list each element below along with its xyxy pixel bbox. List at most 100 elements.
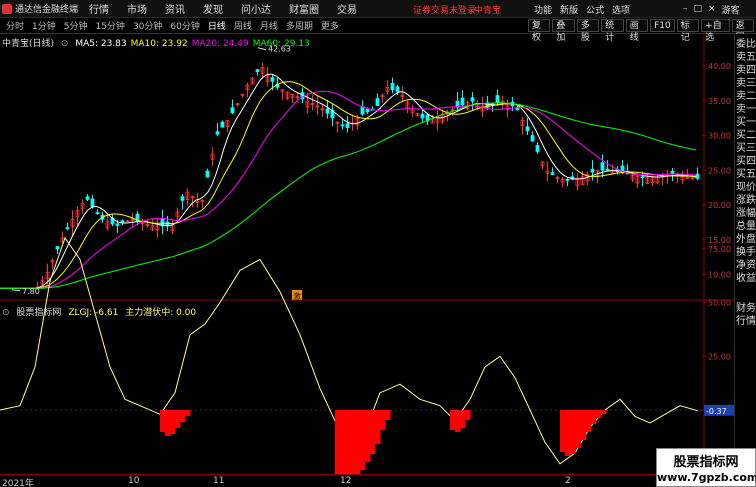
signal-block-4-bar <box>565 410 571 456</box>
site-watermark: 股票指标网 www.7gpzb.com <box>656 448 756 487</box>
signal-block-2-bar <box>360 410 366 470</box>
candle-body <box>395 86 400 93</box>
tool-button-8[interactable]: 返回 <box>731 19 755 43</box>
side-quote-label-1[interactable]: 卖五 <box>735 51 756 64</box>
candle-body <box>515 107 520 111</box>
indicator-tick-label-1: 50.00 <box>708 299 731 308</box>
signal-block-2 <box>335 410 391 474</box>
side-tab-0[interactable]: 财务 <box>735 302 756 315</box>
side-tab-1[interactable]: 行情 <box>735 315 756 328</box>
signal-block-4-bar <box>595 410 602 418</box>
signal-block-3-bar <box>455 410 461 432</box>
candle-body <box>470 97 475 102</box>
candle-body <box>565 178 570 181</box>
candle-body <box>95 212 100 215</box>
high-marker-arrow <box>257 47 267 51</box>
signal-block-1 <box>160 410 191 436</box>
indicator-legend: ⊙ 股票指标网 ZLGJ: -6.61 主力潜伏中: 0.00 <box>2 305 200 318</box>
kline-chart[interactable]: 40.00 35.00 30.00 25.00 20.00 15.00 10.00 75.00… <box>0 0 734 474</box>
signal-block-2-bar <box>365 410 371 462</box>
signal-block-2-bar <box>345 410 351 474</box>
side-quote-label-7[interactable]: 买二 <box>735 129 756 142</box>
side-quote-label-13[interactable]: 涨幅 <box>735 207 756 220</box>
side-panel: 委比 卖五 卖四 卖三 卖二 卖一 买一 买二 买三 买四 买五 现价 涨跌 涨幅 总量 外盘 换手 净资 收益 财… <box>734 34 756 487</box>
event-marker-glyph: 激 <box>293 291 301 301</box>
signal-block-3-bar <box>465 410 471 420</box>
price-tick-label-3: 25.00 <box>708 166 731 175</box>
side-quote-label-12[interactable]: 涨跌 <box>735 194 756 207</box>
side-quote-label-4[interactable]: 卖二 <box>735 90 756 103</box>
indicator-settings-icon[interactable]: ⊙ <box>2 308 10 318</box>
candle-body <box>180 196 185 201</box>
signal-block-3-bar <box>450 410 456 430</box>
candle-body <box>695 173 700 179</box>
candle-body <box>345 123 350 129</box>
side-quote-label-2[interactable]: 卖四 <box>735 64 756 77</box>
side-quote-label-5[interactable]: 卖一 <box>735 103 756 116</box>
candle-body <box>535 145 540 152</box>
side-quote-label-0[interactable]: 委比 <box>735 38 756 51</box>
signal-block-2-bar <box>355 410 361 474</box>
signal-block-1-bar <box>170 410 176 434</box>
zlgj-value: ZLGJ: -6.61 <box>68 308 119 318</box>
price-tick-label-4: 20.00 <box>708 201 731 210</box>
date-label-2: 11 <box>213 476 225 486</box>
candle-body <box>590 169 595 173</box>
candle-body <box>495 95 500 104</box>
side-quote-label-15[interactable]: 外盘 <box>735 233 756 246</box>
signal-block-2-bar <box>370 410 376 454</box>
side-quote-label-10[interactable]: 买五 <box>735 168 756 181</box>
side-quote-label-18[interactable]: 收益 <box>735 272 756 285</box>
candle-body <box>360 106 365 115</box>
candle-body <box>600 162 605 171</box>
candle-body <box>215 131 220 135</box>
indicator-tick-label-2: 25.00 <box>708 352 731 361</box>
candle-body <box>340 124 345 127</box>
side-quote-label-11[interactable]: 现价 <box>735 181 756 194</box>
side-quote-label-17[interactable]: 净资 <box>735 259 756 272</box>
candle-body <box>550 172 555 175</box>
signal-block-2-bar <box>340 410 346 474</box>
side-quote-label-14[interactable]: 总量 <box>735 220 756 233</box>
candle-body <box>605 168 610 171</box>
side-quote-label-9[interactable]: 买四 <box>735 155 756 168</box>
signal-block-3-bar <box>460 410 466 428</box>
ma5-line <box>0 73 697 289</box>
indicator-current-value: -0.37 <box>706 407 727 416</box>
signal-block-2-bar <box>385 410 391 420</box>
ma10-line <box>0 81 697 289</box>
signal-block-1-bar <box>165 410 171 436</box>
signal-block-4-bar <box>575 410 581 448</box>
candle-body <box>460 97 465 106</box>
side-quote-label-16[interactable]: 换手 <box>735 246 756 259</box>
signal-block-4-bar <box>600 410 607 414</box>
candle-body <box>220 121 225 128</box>
accumulation-status: 主力潜伏中: 0.00 <box>125 308 197 318</box>
price-tick-label-5: 15.00 <box>708 236 731 245</box>
date-label-4: 2 <box>565 476 571 486</box>
watermark-title: 股票指标网 <box>673 455 739 470</box>
price-tick-label-6: 10.00 <box>708 271 731 280</box>
high-price-marker: 42.63 <box>268 45 291 54</box>
side-quote-label-3[interactable]: 卖三 <box>735 77 756 90</box>
low-price-marker: 7.80 <box>22 287 40 296</box>
side-quote-label-8[interactable]: 买三 <box>735 142 756 155</box>
candle-body <box>55 246 60 250</box>
side-panel-quotes: 委比 卖五 卖四 卖三 卖二 卖一 买一 买二 买三 买四 买五 现价 涨跌 涨幅 总量 外盘 换手 净资 收益 <box>735 38 756 285</box>
signal-block-2-bar <box>335 410 341 474</box>
candle-body <box>420 113 425 119</box>
indicator-name[interactable]: 股票指标网 <box>16 308 61 318</box>
candle-body <box>525 126 530 132</box>
candle-body <box>530 135 535 142</box>
price-tick-label-0: 40.00 <box>708 62 731 71</box>
signal-block-1-bar <box>175 410 181 428</box>
date-axis: 2021年10111223 <box>0 474 734 487</box>
side-quote-label-6[interactable]: 买一 <box>735 116 756 129</box>
date-label-3: 12 <box>340 476 352 486</box>
candle-body <box>375 98 380 107</box>
signal-block-4-bar <box>570 410 576 454</box>
candle-body <box>270 77 275 82</box>
signal-block-1-bar <box>160 410 166 432</box>
low-marker-arrow <box>11 289 21 292</box>
signal-block-4-bar <box>560 410 566 452</box>
